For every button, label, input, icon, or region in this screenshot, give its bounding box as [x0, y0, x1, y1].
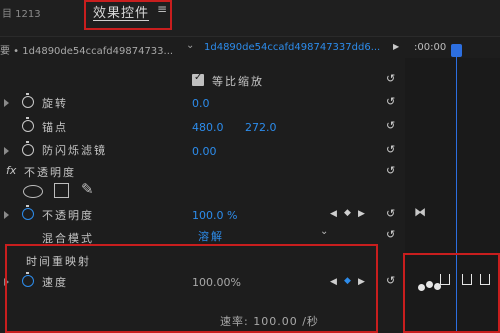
opacity-label: 不透明度: [42, 209, 94, 222]
speed-reset-icon[interactable]: ↺: [386, 274, 400, 288]
anti-flicker-value[interactable]: 0.00: [192, 145, 217, 158]
source-row: 要 • 1d4890de54ccafd49874733... ⌄ 1d4890d…: [0, 38, 410, 60]
opacity-expand-icon[interactable]: [4, 211, 9, 219]
opacity-group-reset-icon[interactable]: ↺: [386, 164, 400, 178]
rotation-reset-icon[interactable]: ↺: [386, 95, 400, 109]
blend-mode-dropdown-icon: ⌄: [320, 226, 329, 237]
opacity-add-keyframe-icon[interactable]: ◆: [344, 208, 351, 218]
panel-header: 目 1213 效果控件 ≡: [0, 0, 500, 37]
opacity-value[interactable]: 100.0 %: [192, 209, 237, 222]
timeline-time-start: :00:00: [414, 42, 447, 53]
anchor-stopwatch-icon[interactable]: [22, 117, 34, 132]
rectangle-mask-icon[interactable]: [54, 183, 69, 198]
opacity-reset-icon[interactable]: ↺: [386, 207, 400, 221]
play-icon[interactable]: ▶: [393, 42, 399, 51]
anchor-y-value[interactable]: 272.0: [245, 121, 277, 134]
fx-icon[interactable]: fx: [6, 164, 16, 177]
clip-dropdown-icon[interactable]: ⌄: [186, 40, 194, 51]
uniform-scale-checkbox[interactable]: ✓: [192, 72, 204, 86]
master-clip-label[interactable]: 要 • 1d4890de54ccafd49874733...: [0, 42, 173, 57]
anti-flicker-expand-icon[interactable]: [4, 147, 9, 155]
highlight-timeline-box: [403, 253, 500, 333]
anchor-x-value[interactable]: 480.0: [192, 121, 224, 134]
blend-mode-value: 溶解: [198, 230, 224, 243]
highlight-time-remap-box: [5, 244, 378, 333]
clip-label[interactable]: 1d4890de54ccafd498747337dd6...: [204, 42, 380, 53]
anchor-reset-icon[interactable]: ↺: [386, 119, 400, 133]
anti-flicker-stopwatch-icon[interactable]: [22, 141, 34, 156]
opacity-group-label: 不透明度: [24, 166, 76, 179]
blend-mode-reset-icon[interactable]: ↺: [386, 228, 400, 242]
rotation-expand-icon[interactable]: [4, 99, 9, 107]
pen-mask-icon[interactable]: ✎: [81, 180, 94, 198]
anchor-label: 锚点: [42, 121, 68, 134]
blend-mode-select[interactable]: 溶解 ⌄: [190, 226, 330, 244]
rotation-value[interactable]: 0.0: [192, 97, 210, 110]
rotation-stopwatch-icon[interactable]: [22, 93, 34, 108]
ellipse-mask-icon[interactable]: [23, 185, 43, 198]
opacity-keyframe-marker-icon: ⧓: [414, 205, 426, 219]
opacity-stopwatch-icon[interactable]: [22, 205, 34, 220]
opacity-prev-keyframe-icon[interactable]: ◀: [330, 209, 337, 219]
opacity-next-keyframe-icon[interactable]: ▶: [358, 209, 365, 219]
uniform-scale-reset-icon[interactable]: ↺: [386, 72, 400, 86]
anti-flicker-label: 防闪烁滤镜: [42, 144, 107, 157]
anti-flicker-reset-icon[interactable]: ↺: [386, 143, 400, 157]
highlight-tab-box: [84, 0, 172, 30]
rotation-label: 旋转: [42, 97, 68, 110]
uniform-scale-label: 等比缩放: [212, 75, 264, 88]
project-tab[interactable]: 目 1213: [2, 5, 41, 20]
